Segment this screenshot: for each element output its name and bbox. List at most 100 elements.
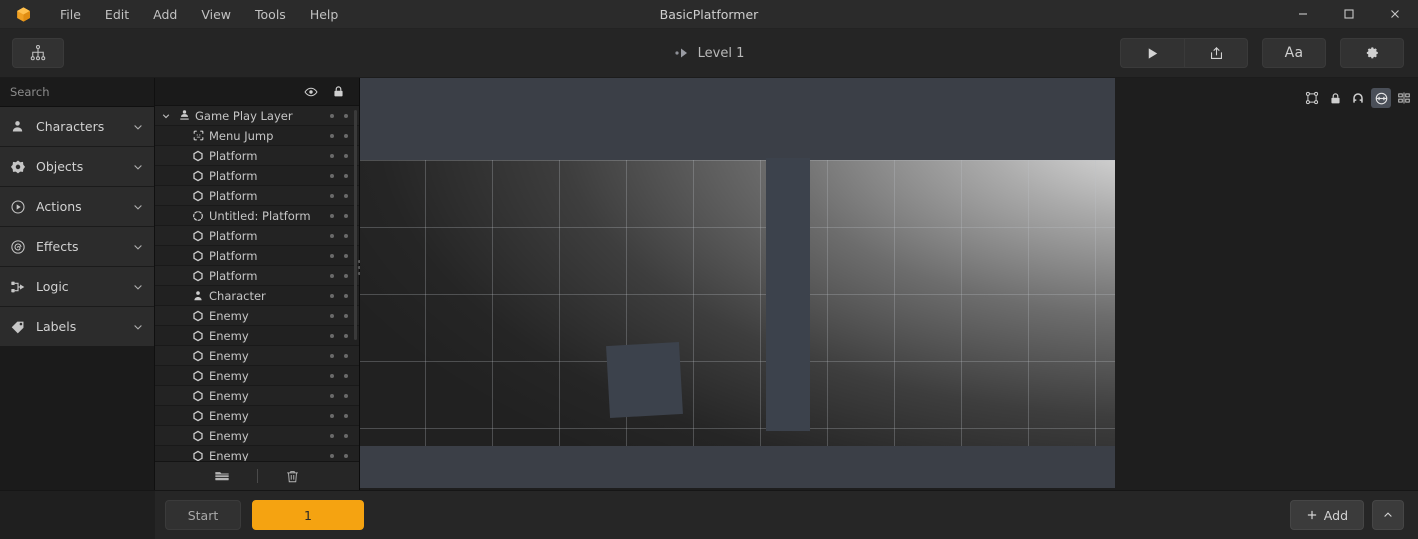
layer-row[interactable]: Enemy [155,346,359,366]
layer-row[interactable]: Enemy [155,326,359,346]
text-style-button[interactable]: Aa [1262,38,1326,68]
chevron-down-icon[interactable] [132,281,144,293]
layer-visibility-toggle[interactable] [325,373,339,378]
layer-visibility-toggle[interactable] [325,173,339,178]
layer-lock-toggle[interactable] [339,373,353,378]
layer-visibility-toggle[interactable] [325,293,339,298]
layer-visibility-toggle[interactable] [325,113,339,118]
layer-row[interactable]: Enemy [155,386,359,406]
layer-row[interactable]: Platform [155,166,359,186]
layer-row[interactable]: Menu Jump [155,126,359,146]
layer-row[interactable]: Platform [155,186,359,206]
layer-visibility-toggle[interactable] [325,233,339,238]
layer-visibility-toggle[interactable] [325,433,339,438]
transform-handles-button[interactable] [1302,88,1322,108]
layer-lock-toggle[interactable] [339,193,353,198]
export-button[interactable] [1184,38,1248,68]
canvas-area[interactable] [360,78,1418,490]
menu-item-file[interactable]: File [48,3,93,26]
layer-lock-toggle[interactable] [339,253,353,258]
play-button[interactable] [1120,38,1184,68]
align-button[interactable] [1394,88,1414,108]
sidebar-item-logic[interactable]: Logic [0,267,154,307]
menu-item-view[interactable]: View [189,3,243,26]
layer-visibility-toggle[interactable] [325,133,339,138]
layers-list[interactable]: Game Play Layer Menu Jump Platform Platform… [155,106,359,461]
add-scene-button[interactable]: Add [1289,500,1364,530]
menu-item-edit[interactable]: Edit [93,3,141,26]
sidebar-item-labels[interactable]: Labels [0,307,154,347]
level-stage[interactable] [360,78,1115,488]
layer-lock-toggle[interactable] [339,453,353,458]
layer-row[interactable]: Platform [155,246,359,266]
layer-visibility-toggle[interactable] [325,333,339,338]
lock-icon[interactable] [332,85,345,98]
delete-button[interactable] [258,469,328,484]
chevron-down-icon[interactable] [132,161,144,173]
layer-row[interactable]: Platform [155,146,359,166]
layer-lock-toggle[interactable] [339,233,353,238]
search-input[interactable] [10,85,156,99]
layers-scrollbar[interactable] [354,110,357,340]
sidebar-item-characters[interactable]: Characters [0,107,154,147]
layer-visibility-toggle[interactable] [325,353,339,358]
layer-lock-toggle[interactable] [339,293,353,298]
menu-item-tools[interactable]: Tools [243,3,298,26]
layer-visibility-toggle[interactable] [325,213,339,218]
sidebar-item-effects[interactable]: Effects [0,227,154,267]
minimize-icon[interactable] [1280,0,1326,29]
layer-row[interactable]: Game Play Layer [155,106,359,126]
eye-icon[interactable] [304,85,318,99]
layer-visibility-toggle[interactable] [325,153,339,158]
layer-lock-toggle[interactable] [339,333,353,338]
snap-magnet-button[interactable] [1348,88,1368,108]
menu-item-help[interactable]: Help [298,3,351,26]
layer-row[interactable]: Platform [155,226,359,246]
layer-lock-toggle[interactable] [339,353,353,358]
close-icon[interactable] [1372,0,1418,29]
lock-objects-button[interactable] [1325,88,1345,108]
start-scene-button[interactable]: Start [165,500,241,530]
layer-lock-toggle[interactable] [339,113,353,118]
pillar-platform-object[interactable] [766,158,810,431]
layer-visibility-toggle[interactable] [325,313,339,318]
layer-row[interactable]: Platform [155,266,359,286]
new-folder-button[interactable] [187,468,257,484]
layer-lock-toggle[interactable] [339,313,353,318]
layer-row[interactable]: Enemy [155,446,359,461]
layer-visibility-toggle[interactable] [325,273,339,278]
layer-visibility-toggle[interactable] [325,253,339,258]
chevron-down-icon[interactable] [132,241,144,253]
layer-lock-toggle[interactable] [339,413,353,418]
layer-row[interactable]: Enemy [155,406,359,426]
chevron-down-icon[interactable] [132,321,144,333]
layer-visibility-toggle[interactable] [325,393,339,398]
layer-row[interactable]: Enemy [155,306,359,326]
sidebar-item-objects[interactable]: Objects [0,147,154,187]
chevron-down-icon[interactable] [132,121,144,133]
search-box[interactable] [0,78,168,107]
layer-row[interactable]: Character [155,286,359,306]
sidebar-item-actions[interactable]: Actions [0,187,154,227]
chevron-down-icon[interactable] [159,111,173,121]
chevron-down-icon[interactable] [132,201,144,213]
layer-lock-toggle[interactable] [339,273,353,278]
layer-visibility-toggle[interactable] [325,413,339,418]
layer-row[interactable]: Enemy [155,426,359,446]
layer-row[interactable]: Enemy [155,366,359,386]
layer-visibility-toggle[interactable] [325,453,339,458]
settings-button[interactable] [1340,38,1404,68]
layer-lock-toggle[interactable] [339,153,353,158]
collapse-button[interactable] [1372,500,1404,530]
layer-lock-toggle[interactable] [339,173,353,178]
layer-row[interactable]: Untitled: Platform [155,206,359,226]
layer-lock-toggle[interactable] [339,213,353,218]
box-platform-object[interactable] [606,342,683,418]
layer-lock-toggle[interactable] [339,393,353,398]
layer-lock-toggle[interactable] [339,133,353,138]
layer-lock-toggle[interactable] [339,433,353,438]
scene-tab-1[interactable]: 1 [252,500,364,530]
link-objects-button[interactable] [1371,88,1391,108]
maximize-icon[interactable] [1326,0,1372,29]
layer-visibility-toggle[interactable] [325,193,339,198]
